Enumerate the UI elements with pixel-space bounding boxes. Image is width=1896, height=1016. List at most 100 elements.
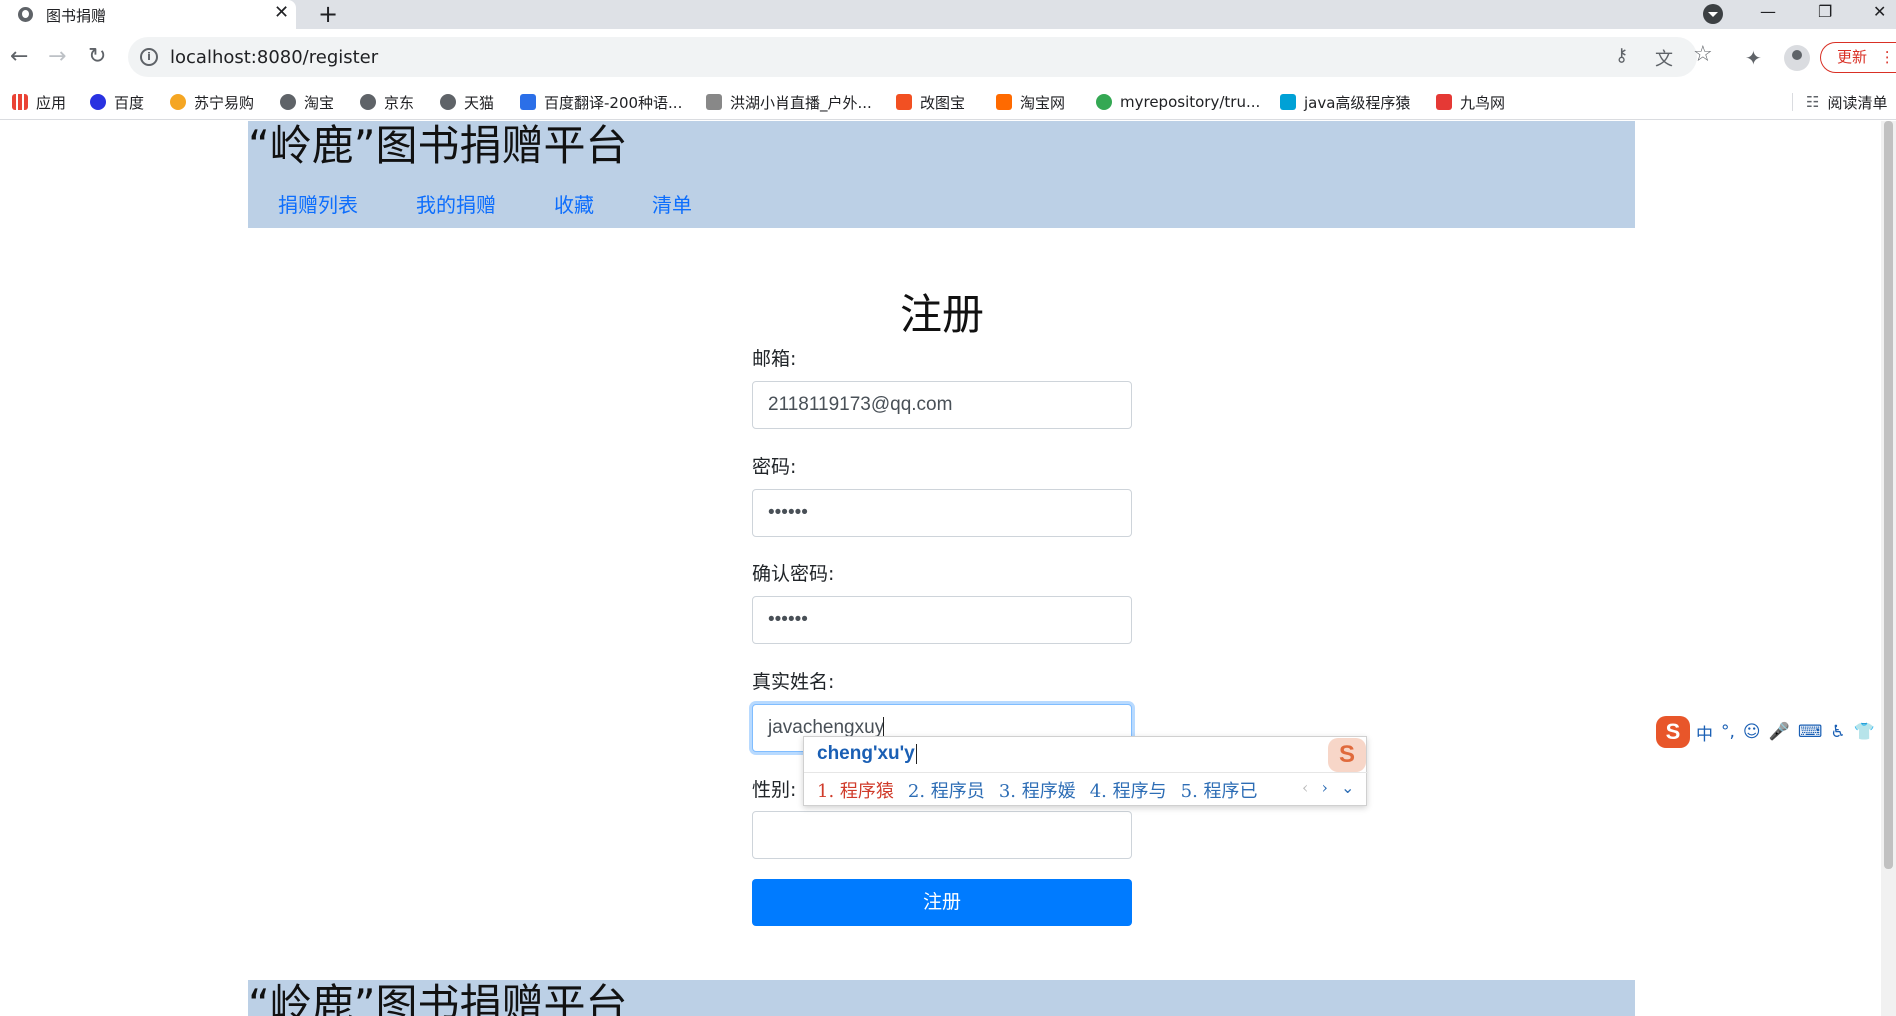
ime-pinyin: cheng'xu'y	[817, 743, 917, 765]
ime-toolbar: S 中 °, ☺ 🎤 ⌨ ♿ 👕	[1656, 714, 1883, 750]
back-button[interactable]: ←	[10, 42, 28, 72]
bookmark-label: 百度	[114, 93, 145, 112]
accessibility-icon[interactable]: ♿	[1830, 722, 1845, 742]
nav-donation-list[interactable]: 捐赠列表	[278, 189, 358, 218]
password-label: 密码:	[752, 456, 797, 478]
page-title: 注册	[899, 290, 984, 339]
reload-button[interactable]: ↻	[88, 42, 106, 72]
update-button[interactable]: 更新 ⋮	[1820, 42, 1896, 73]
site-nav: 捐赠列表 我的捐赠 收藏 清单	[278, 189, 750, 218]
ime-candidate[interactable]: 4. 程序与	[1090, 777, 1167, 803]
gender-field[interactable]	[752, 811, 1132, 859]
bird-icon	[706, 94, 722, 110]
address-bar[interactable]: i localhost:8080/register ⚷ 文 ☆	[128, 37, 1713, 77]
bookmark-jd[interactable]: 京东	[360, 85, 414, 119]
window-close-button[interactable]: ✕	[1873, 0, 1886, 24]
ime-candidate[interactable]: 3. 程序媛	[999, 777, 1076, 803]
ime-candidate[interactable]: 1. 程序猿	[817, 777, 894, 803]
ime-page-controls: ‹ › ⌄	[1302, 778, 1354, 797]
ime-punctuation-icon[interactable]: °,	[1721, 722, 1735, 742]
bookmark-myrepository[interactable]: myrepository/tru...	[1096, 85, 1260, 119]
bookmark-honghu[interactable]: 洪湖小肖直播_户外...	[706, 85, 872, 119]
url-text[interactable]: localhost:8080/register	[170, 47, 378, 68]
globe-icon	[440, 94, 456, 110]
ime-divider	[804, 772, 1368, 773]
ime-candidate[interactable]: 5. 程序已	[1181, 777, 1258, 803]
bookmark-apps[interactable]: 应用	[12, 85, 66, 119]
extensions-icon[interactable]: ✦	[1745, 46, 1762, 70]
bookmark-taobao[interactable]: 淘宝	[280, 85, 334, 119]
bookmark-tmall[interactable]: 天猫	[440, 85, 494, 119]
profile-avatar[interactable]	[1784, 45, 1810, 71]
info-icon[interactable]: i	[140, 48, 158, 66]
chevron-down-icon[interactable]: ⌄	[1341, 778, 1354, 797]
bookmarks-divider	[1792, 93, 1793, 111]
tab-strip: 图书捐赠 ✕ + — ❐ ✕	[0, 0, 1896, 29]
forward-button[interactable]: →	[48, 42, 66, 72]
chevron-right-icon[interactable]: ›	[1322, 778, 1328, 797]
site-header: “岭鹿”图书捐赠平台 捐赠列表 我的捐赠 收藏 清单	[248, 121, 1635, 228]
globe-icon	[280, 94, 296, 110]
confirm-password-field[interactable]: ••••••	[752, 596, 1132, 644]
nav-favorites[interactable]: 收藏	[554, 189, 594, 218]
nav-list[interactable]: 清单	[652, 189, 692, 218]
close-tab-icon[interactable]: ✕	[274, 3, 289, 23]
bookmark-baidu-translate[interactable]: 百度翻译-200种语...	[520, 85, 682, 119]
gender-label: 性别:	[752, 779, 797, 801]
new-tab-button[interactable]: +	[318, 0, 338, 28]
bookmark-label: 天猫	[464, 93, 495, 112]
ime-candidate[interactable]: 2. 程序员	[908, 777, 985, 803]
ime-mode-icon[interactable]: 中	[1696, 720, 1713, 745]
bookmark-label: myrepository/tru...	[1120, 93, 1261, 111]
bookmark-taobao-net[interactable]: 淘宝网	[996, 85, 1065, 119]
globe-icon	[18, 7, 33, 22]
minimize-button[interactable]: —	[1760, 0, 1776, 24]
ime-caret	[915, 743, 917, 764]
bookmark-gaitubao[interactable]: 改图宝	[896, 85, 965, 119]
reading-list-icon: ☷	[1806, 93, 1820, 111]
skin-icon[interactable]: 👕	[1854, 722, 1875, 742]
microphone-icon[interactable]: 🎤	[1769, 722, 1790, 742]
bookmark-baidu[interactable]: 百度	[90, 85, 144, 119]
chevron-left-icon[interactable]: ‹	[1302, 778, 1308, 797]
bookmark-label: 淘宝网	[1020, 93, 1066, 112]
scrollbar-thumb[interactable]	[1884, 121, 1893, 869]
more-icon: ⋮	[1879, 48, 1895, 66]
update-label: 更新	[1837, 48, 1868, 66]
globe-icon	[360, 94, 376, 110]
baidu-paw-icon	[90, 94, 106, 110]
register-button[interactable]: 注册	[752, 879, 1132, 926]
maximize-button[interactable]: ❐	[1818, 0, 1832, 24]
reading-list-label: 阅读清单	[1827, 93, 1888, 112]
key-icon[interactable]: ⚷	[1615, 45, 1628, 66]
email-field[interactable]: 2118119173@qq.com	[752, 381, 1132, 429]
bookmark-label: 洪湖小肖直播_户外...	[730, 93, 872, 112]
bookmark-jiuniao[interactable]: 九鸟网	[1436, 85, 1505, 119]
reading-list-button[interactable]: ☷ 阅读清单	[1806, 85, 1887, 119]
chrome-icon	[1096, 94, 1112, 110]
bookmark-label: 改图宝	[920, 93, 966, 112]
bookmark-java[interactable]: java高级程序猿	[1280, 85, 1410, 119]
bookmark-suning[interactable]: 苏宁易购	[170, 85, 254, 119]
gaitubao-icon	[896, 94, 912, 110]
browser-tab[interactable]: 图书捐赠 ✕	[0, 0, 296, 29]
nav-my-donations[interactable]: 我的捐赠	[416, 189, 496, 218]
keyboard-icon[interactable]: ⌨	[1798, 722, 1823, 742]
sogou-logo-icon: S	[1328, 738, 1366, 772]
star-icon[interactable]: ☆	[1693, 42, 1713, 67]
translate-icon[interactable]: 文	[1655, 45, 1673, 71]
tab-search-icon[interactable]	[1703, 4, 1723, 24]
page-scrollbar[interactable]	[1881, 121, 1896, 1016]
realname-value: javachengxuy	[768, 717, 885, 738]
bookmarks-bar: 应用 百度 苏宁易购 淘宝 京东 天猫 百度翻译-200种语... 洪湖小肖直播…	[0, 85, 1896, 120]
password-field[interactable]: ••••••	[752, 489, 1132, 537]
sogou-logo-icon[interactable]: S	[1656, 716, 1690, 748]
emoji-icon[interactable]: ☺	[1743, 722, 1761, 742]
bird-icon	[1436, 94, 1452, 110]
bookmark-label: 九鸟网	[1460, 93, 1506, 112]
ime-candidates: 1. 程序猿 2. 程序员 3. 程序媛 4. 程序与 5. 程序已	[817, 777, 1272, 803]
bookmark-label: 应用	[36, 93, 67, 112]
bookmark-label: 京东	[384, 93, 415, 112]
taobao-icon	[996, 94, 1012, 110]
realname-label: 真实姓名:	[752, 671, 835, 693]
